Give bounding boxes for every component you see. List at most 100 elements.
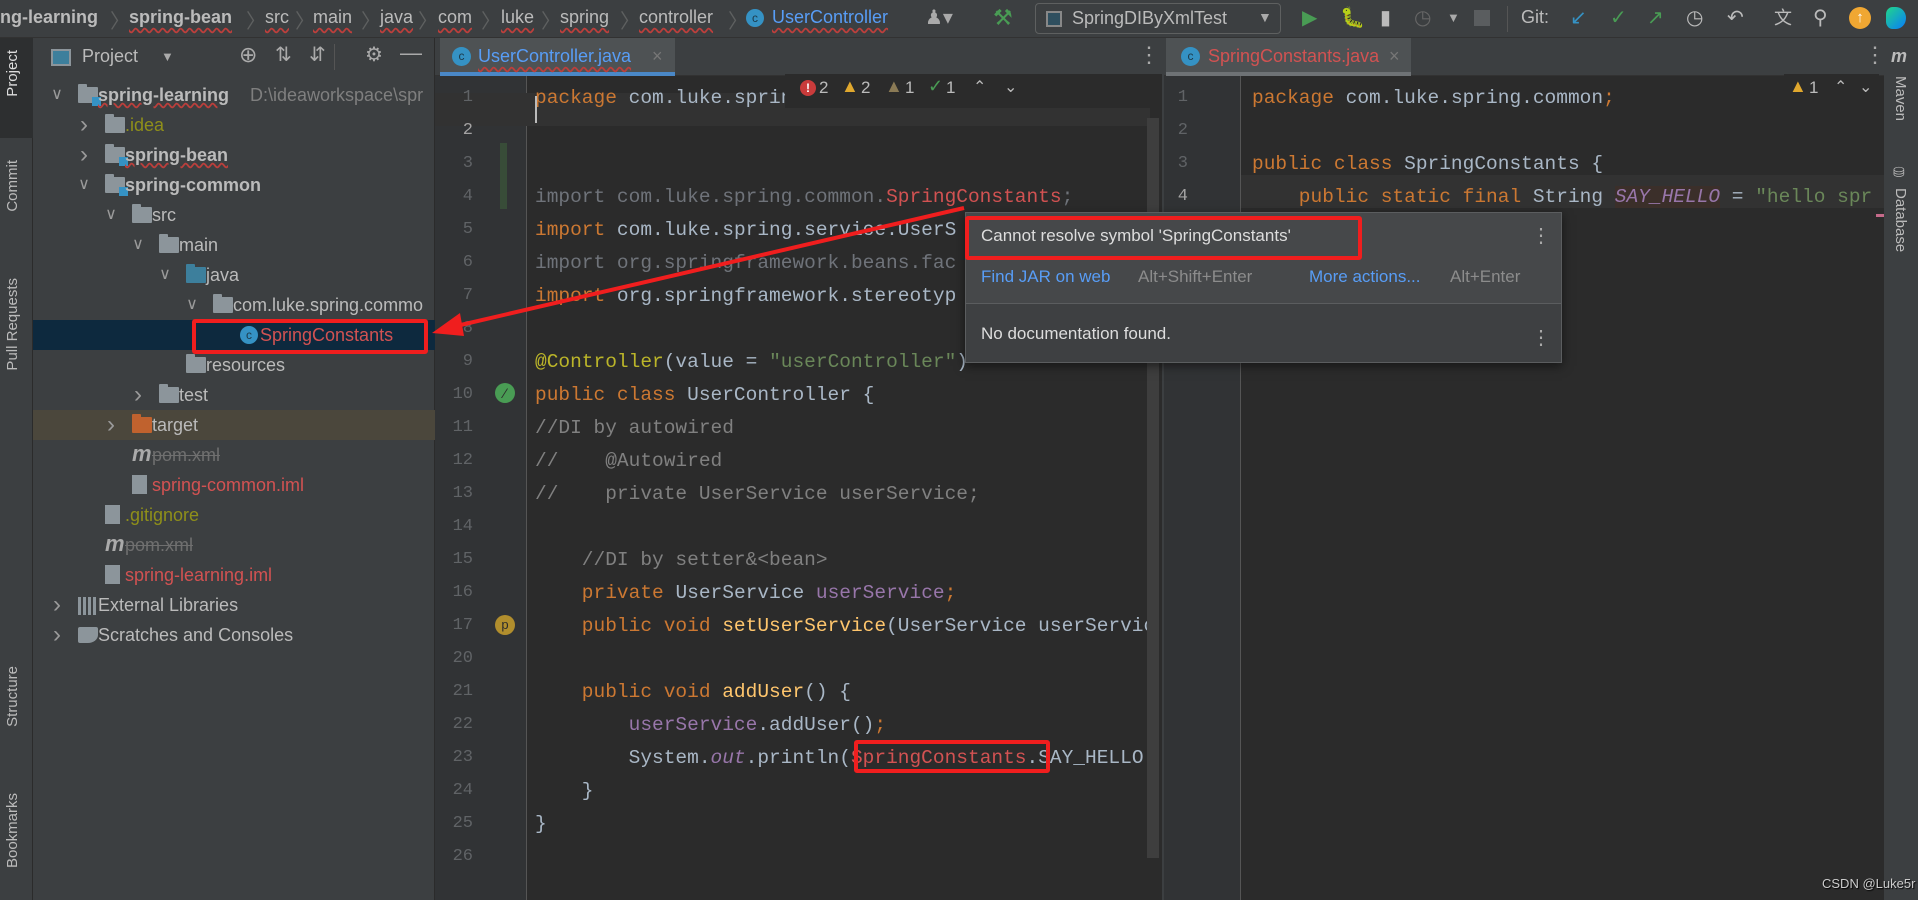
tool-window-structure[interactable]: Structure — [4, 666, 21, 727]
code-line[interactable]: } — [535, 808, 547, 841]
chevron-right-icon[interactable]: › — [77, 110, 91, 140]
code-line[interactable]: System.out.println(SpringConstants.SAY_H… — [535, 742, 1144, 775]
code-line[interactable]: public void setUserService(UserService u… — [535, 610, 1155, 643]
close-tab-icon[interactable]: × — [652, 38, 663, 74]
breadcrumb-project[interactable]: ng-learning — [0, 7, 98, 28]
tool-window-database[interactable]: Database — [1892, 188, 1909, 252]
code-line[interactable]: // private UserService userService; — [535, 478, 980, 511]
breadcrumb-module[interactable]: spring-bean — [129, 7, 232, 28]
tree-item[interactable]: › External Libraries — [33, 590, 435, 620]
tree-item[interactable]: › test — [33, 380, 435, 410]
git-commit-icon[interactable]: ✓ — [1610, 5, 1627, 31]
chevron-down-icon[interactable]: ∨ — [158, 260, 172, 290]
code-line[interactable]: import org.springframework.beans.fac — [535, 247, 956, 280]
tree-item[interactable]: ∨ src — [33, 200, 435, 230]
chevron-right-icon[interactable]: › — [50, 590, 64, 620]
tree-item[interactable]: › target — [33, 410, 435, 440]
tree-item[interactable]: › .idea — [33, 110, 435, 140]
chevron-down-icon[interactable]: ▼ — [1447, 5, 1460, 31]
more-options-icon[interactable]: ⋮ — [1864, 42, 1886, 68]
close-tab-icon[interactable]: × — [1389, 38, 1400, 74]
user-icon[interactable]: ♟▾ — [925, 5, 953, 31]
tree-item[interactable]: .gitignore — [33, 500, 435, 530]
collapse-all-icon[interactable]: ⇵ — [309, 42, 326, 67]
git-update-icon[interactable]: ↙ — [1570, 5, 1587, 31]
previous-problem-icon[interactable]: ⌃ — [1834, 77, 1847, 97]
rollback-undo-icon[interactable]: ↶ — [1727, 5, 1744, 31]
tool-window-bookmarks[interactable]: Bookmarks — [4, 793, 21, 868]
stop-icon[interactable] — [1474, 10, 1490, 26]
more-options-icon[interactable]: ⋮ — [1531, 325, 1551, 350]
chevron-right-icon[interactable]: › — [50, 620, 64, 650]
more-actions-link[interactable]: More actions... — [1309, 267, 1421, 287]
tool-window-project[interactable]: Project — [4, 50, 21, 97]
find-jar-link[interactable]: Find JAR on web — [981, 267, 1110, 287]
tree-item[interactable]: spring-common.iml — [33, 470, 435, 500]
tree-item[interactable]: ∨ java — [33, 260, 435, 290]
profiler-icon[interactable]: ◷ — [1414, 5, 1431, 31]
code-line[interactable]: public static final String SAY_HELLO = "… — [1252, 181, 1872, 214]
history-clock-icon[interactable]: ◷ — [1686, 5, 1703, 31]
run-configuration-select[interactable]: SpringDIByXmlTest ▼ — [1035, 3, 1281, 34]
previous-problem-icon[interactable]: ⌃ — [973, 77, 986, 97]
chevron-right-icon[interactable]: › — [131, 380, 145, 410]
code-line[interactable]: //DI by autowired — [535, 412, 734, 445]
coverage-icon[interactable]: ▮ — [1380, 5, 1391, 31]
expand-all-icon[interactable]: ⇅ — [275, 42, 292, 67]
code-line[interactable]: import com.luke.spring.common.SpringCons… — [535, 181, 1073, 214]
breadcrumb-controller[interactable]: controller — [639, 7, 713, 28]
chevron-down-icon[interactable]: ∨ — [131, 230, 145, 260]
more-options-icon[interactable]: ⋮ — [1138, 42, 1160, 68]
tool-window-commit[interactable]: Commit — [4, 160, 21, 212]
gear-icon[interactable]: ⚙ — [365, 42, 383, 67]
translate-icon[interactable]: 文 — [1774, 5, 1792, 31]
build-hammer-icon[interactable]: ⚒ — [993, 5, 1013, 31]
tool-window-pull-requests[interactable]: Pull Requests — [4, 278, 21, 371]
property-injection-gutter-icon[interactable]: p — [495, 615, 515, 635]
code-line[interactable]: userService.addUser(); — [535, 709, 886, 742]
git-push-icon[interactable]: ↗ — [1647, 5, 1664, 31]
tree-item[interactable]: resources — [33, 350, 435, 380]
code-line[interactable]: @Controller(value = "userController") — [535, 346, 968, 379]
breadcrumb-spring[interactable]: spring — [560, 7, 609, 28]
locate-file-icon[interactable]: ⊕ — [239, 42, 257, 68]
code-line[interactable]: } — [535, 775, 594, 808]
hide-panel-icon[interactable]: — — [400, 40, 422, 66]
code-line[interactable]: import org.springframework.stereotyp — [535, 280, 956, 313]
breadcrumb-java[interactable]: java — [380, 7, 413, 28]
next-problem-icon[interactable]: ⌄ — [1859, 77, 1872, 97]
code-line[interactable]: package com.luke.spring.common; — [1252, 82, 1615, 115]
tree-item[interactable]: spring-learning.iml — [33, 560, 435, 590]
chevron-down-icon[interactable]: ∨ — [104, 200, 118, 230]
breadcrumb-luke[interactable]: luke — [501, 7, 534, 28]
tree-item[interactable]: ∨ spring-common — [33, 170, 435, 200]
tree-item[interactable]: › Scratches and Consoles — [33, 620, 435, 650]
chevron-down-icon[interactable]: ∨ — [50, 80, 64, 110]
breadcrumb-main[interactable]: main — [313, 7, 352, 28]
update-icon[interactable]: ↑ — [1849, 7, 1871, 29]
code-line[interactable]: public class UserController { — [535, 379, 874, 412]
code-line[interactable]: //DI by setter&<bean> — [535, 544, 828, 577]
chevron-down-icon[interactable]: ∨ — [185, 290, 199, 320]
toolbox-logo-icon[interactable] — [1886, 7, 1906, 29]
search-icon[interactable]: ⚲ — [1813, 5, 1828, 31]
tree-item[interactable]: ∨ main — [33, 230, 435, 260]
tree-item[interactable]: › spring-bean — [33, 140, 435, 170]
tree-item[interactable]: ∨ spring-learning D:\ideaworkspace\spr — [33, 80, 435, 110]
inspection-widget[interactable]: ▲ 1 ⌃ ⌄ — [1784, 74, 1879, 108]
tool-window-maven[interactable]: Maven — [1892, 76, 1909, 121]
debug-icon[interactable]: 🐛 — [1340, 5, 1365, 31]
inspection-widget[interactable]: ! 2 ▲ 2 ▲ 1 ✓ 1 ⌃ ⌄ — [785, 74, 1163, 108]
breadcrumb-class[interactable]: UserController — [772, 7, 888, 28]
chevron-right-icon[interactable]: › — [104, 410, 118, 440]
tree-item[interactable]: m pom.xml — [33, 530, 435, 560]
code-line[interactable]: // @Autowired — [535, 445, 722, 478]
more-options-icon[interactable]: ⋮ — [1531, 223, 1551, 248]
spring-bean-gutter-icon[interactable]: ⁄ — [495, 383, 515, 403]
code-line[interactable]: public void addUser() { — [535, 676, 851, 709]
chevron-down-icon[interactable]: ▼ — [161, 49, 174, 64]
run-icon[interactable]: ▶ — [1302, 5, 1317, 31]
code-line[interactable]: import com.luke.spring.service.UserS — [535, 214, 956, 247]
tab-user-controller[interactable]: c UserController.java × — [440, 38, 675, 76]
tree-item[interactable]: m pom.xml — [33, 440, 435, 470]
